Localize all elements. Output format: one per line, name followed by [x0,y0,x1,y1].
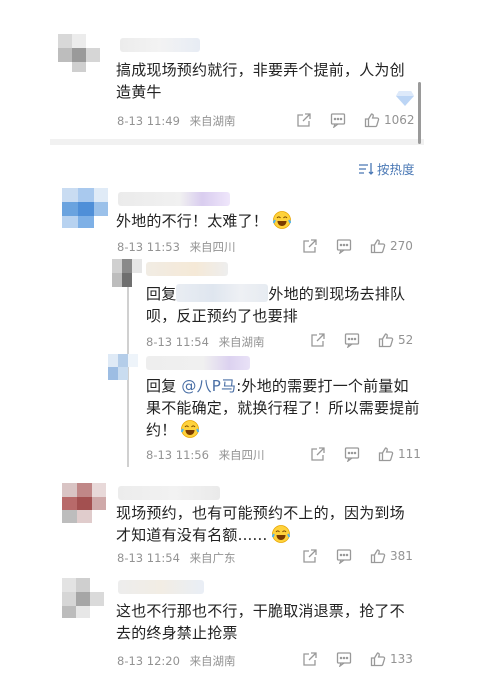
username[interactable] [146,356,250,370]
share-icon[interactable] [296,112,312,128]
like-icon[interactable] [370,238,386,254]
comment-time: 8-13 11:53 [117,240,180,254]
sort-label: 按热度 [377,162,415,177]
comment-meta: 8-13 11:56 来自四川 [146,447,265,463]
comment-text-content: 现场预约，也有可能预约不上的，因为到场才知道有没有名额...... [116,504,405,544]
comment-text: 现场预约，也有可能预约不上的，因为到场才知道有没有名额...... [116,502,416,546]
section-divider [50,139,424,145]
like-count: 1062 [384,113,415,127]
comment-location: 来自湖南 [218,335,265,349]
comment-location: 来自湖南 [189,654,236,668]
like-count: 133 [390,652,413,666]
sort-toggle[interactable]: 按热度 [358,159,415,178]
avatar[interactable] [62,483,106,523]
comment-icon[interactable] [336,238,352,255]
reply-prefix: 回复 [146,285,177,303]
comment-location: 来自广东 [189,551,236,565]
comment-time: 8-13 11:54 [146,335,209,349]
avatar[interactable] [62,578,104,618]
share-icon[interactable] [310,446,326,462]
comment-actions: 1062 [296,112,415,129]
like-count: 111 [398,447,421,461]
username[interactable] [146,262,228,276]
sort-icon [358,162,374,176]
scrollbar[interactable] [418,82,421,144]
comment-location: 来自四川 [218,448,265,462]
like-icon[interactable] [378,332,394,348]
comment-actions: 133 [302,651,413,668]
like-count: 270 [390,239,413,253]
redacted-username [176,284,269,302]
comment-actions: 52 [310,332,414,349]
comment-actions: 111 [310,446,421,463]
like-icon[interactable] [370,548,386,564]
avatar[interactable] [58,34,100,72]
avatar[interactable] [108,354,138,380]
mention-link[interactable]: @八P马 [181,377,236,395]
reply-prefix: 回复 [146,377,177,395]
comment-location: 来自湖南 [189,114,236,128]
laugh-cry-emoji [272,211,292,229]
share-icon[interactable] [310,332,326,348]
comment-actions: 381 [302,548,413,565]
laugh-cry-emoji [271,525,291,543]
comment-meta: 8-13 11:54 来自广东 [117,550,236,566]
comment-icon[interactable] [336,651,352,668]
comment-meta: 8-13 12:20 来自湖南 [117,653,236,669]
username[interactable] [118,486,220,500]
comment-time: 8-13 11:54 [117,551,180,565]
comment-icon[interactable] [336,548,352,565]
username[interactable] [120,38,200,52]
share-icon[interactable] [302,548,318,564]
vip-diamond-icon [396,90,414,106]
comment-icon[interactable] [344,332,360,349]
username[interactable] [118,192,230,206]
comment-actions: 270 [302,238,413,255]
comment-text-content: 外地的不行！太难了！ [116,212,269,230]
share-icon[interactable] [302,238,318,254]
comment-time: 8-13 11:49 [117,114,180,128]
like-icon[interactable] [370,651,386,667]
avatar[interactable] [62,188,108,228]
reply-text: 回复 @八P马:外地的需要打一个前量如果不能确定，就换行程了！所以需要提前约！ [146,375,420,441]
reply-text: 回复 外地的到现场去排队呗，反正预约了也要排 [146,283,416,327]
like-icon[interactable] [378,446,394,462]
share-icon[interactable] [302,651,318,667]
comment-icon[interactable] [344,446,360,463]
laugh-cry-emoji [180,420,200,438]
comment-text: 搞成现场预约就行，非要弄个提前，人为创造黄牛 [116,61,405,101]
avatar[interactable] [112,259,142,287]
comment-meta: 8-13 11:54 来自湖南 [146,334,265,350]
comment-time: 8-13 11:56 [146,448,209,462]
comment-meta: 8-13 11:49 来自湖南 [117,113,236,129]
like-count: 381 [390,549,413,563]
comment-time: 8-13 12:20 [117,654,180,668]
comment-icon[interactable] [330,112,346,129]
username[interactable] [118,580,204,594]
comment-meta: 8-13 11:53 来自四川 [117,239,236,255]
comment-text: 这也不行那也不行，干脆取消退票，抢了不去的终身禁止抢票 [116,602,405,642]
like-count: 52 [398,333,414,347]
like-icon[interactable] [364,112,380,128]
comment-location: 来自四川 [189,240,236,254]
comment-text: 外地的不行！太难了！ [116,210,416,232]
